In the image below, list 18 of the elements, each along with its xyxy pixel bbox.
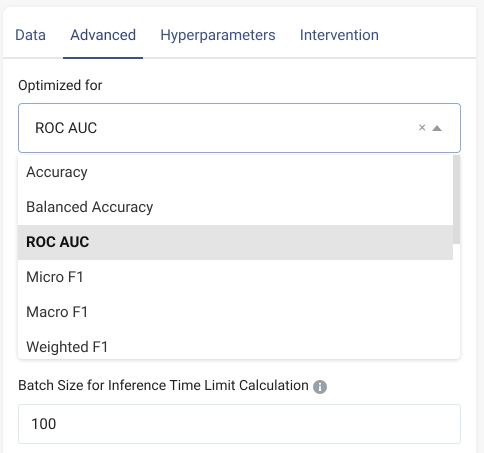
field-label: Batch Size for Inference Time Limit Calculation (18, 377, 309, 396)
dropdown-option[interactable]: Weighted F1 (18, 330, 453, 359)
select-field[interactable]: ROC AUC × (18, 103, 461, 153)
tab[interactable]: Advanced (63, 24, 144, 59)
input-field[interactable]: 100 (18, 404, 461, 444)
tab[interactable]: Hyperparameters (153, 24, 283, 59)
select-value: ROC AUC (35, 118, 98, 139)
dropdown-option[interactable]: ROC AUC (18, 225, 453, 260)
info-icon[interactable] (312, 380, 327, 394)
caret-icon[interactable] (432, 125, 442, 131)
scrollbar[interactable] (453, 155, 460, 359)
field-label: Optimized for (18, 77, 104, 96)
tab[interactable]: Data (8, 24, 54, 59)
dropdown-option[interactable]: Balanced Accuracy (18, 190, 453, 225)
tab[interactable]: Intervention (292, 24, 386, 59)
dropdown-option[interactable]: Macro F1 (18, 295, 453, 330)
dropdown-option[interactable]: Micro F1 (18, 260, 453, 295)
dropdown-option[interactable]: Accuracy (18, 155, 453, 190)
